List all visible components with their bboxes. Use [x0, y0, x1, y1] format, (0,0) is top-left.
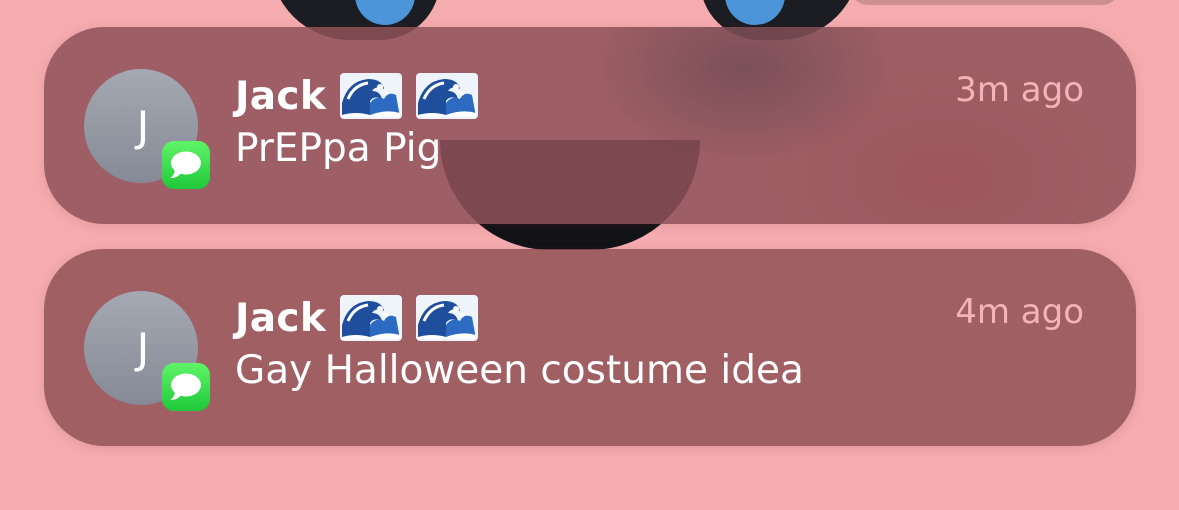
timestamp: 3m ago [955, 70, 1084, 110]
sender-name: Jack [235, 73, 327, 119]
notification-card[interactable]: J Jack Gay Halloween costume idea 4m ago [44, 249, 1136, 446]
wave-emoji-icon [340, 295, 403, 341]
message-body: PrEPpa Pig [235, 126, 442, 171]
wave-emoji-icon [340, 73, 403, 119]
sender-line: Jack [235, 68, 479, 124]
background-notification-edge [850, 0, 1120, 5]
sender-line: Jack [235, 290, 479, 346]
messages-app-icon [162, 363, 210, 411]
message-body: Gay Halloween costume idea [235, 348, 804, 393]
wave-emoji-icon [416, 73, 479, 119]
notification-card[interactable]: J Jack PrEPpa Pig 3m ago [44, 27, 1136, 224]
messages-app-icon [162, 141, 210, 189]
avatar-initial: J [136, 323, 150, 373]
sender-name: Jack [235, 295, 327, 341]
avatar-initial: J [136, 101, 150, 151]
wave-emoji-icon [416, 295, 479, 341]
timestamp: 4m ago [955, 292, 1084, 332]
